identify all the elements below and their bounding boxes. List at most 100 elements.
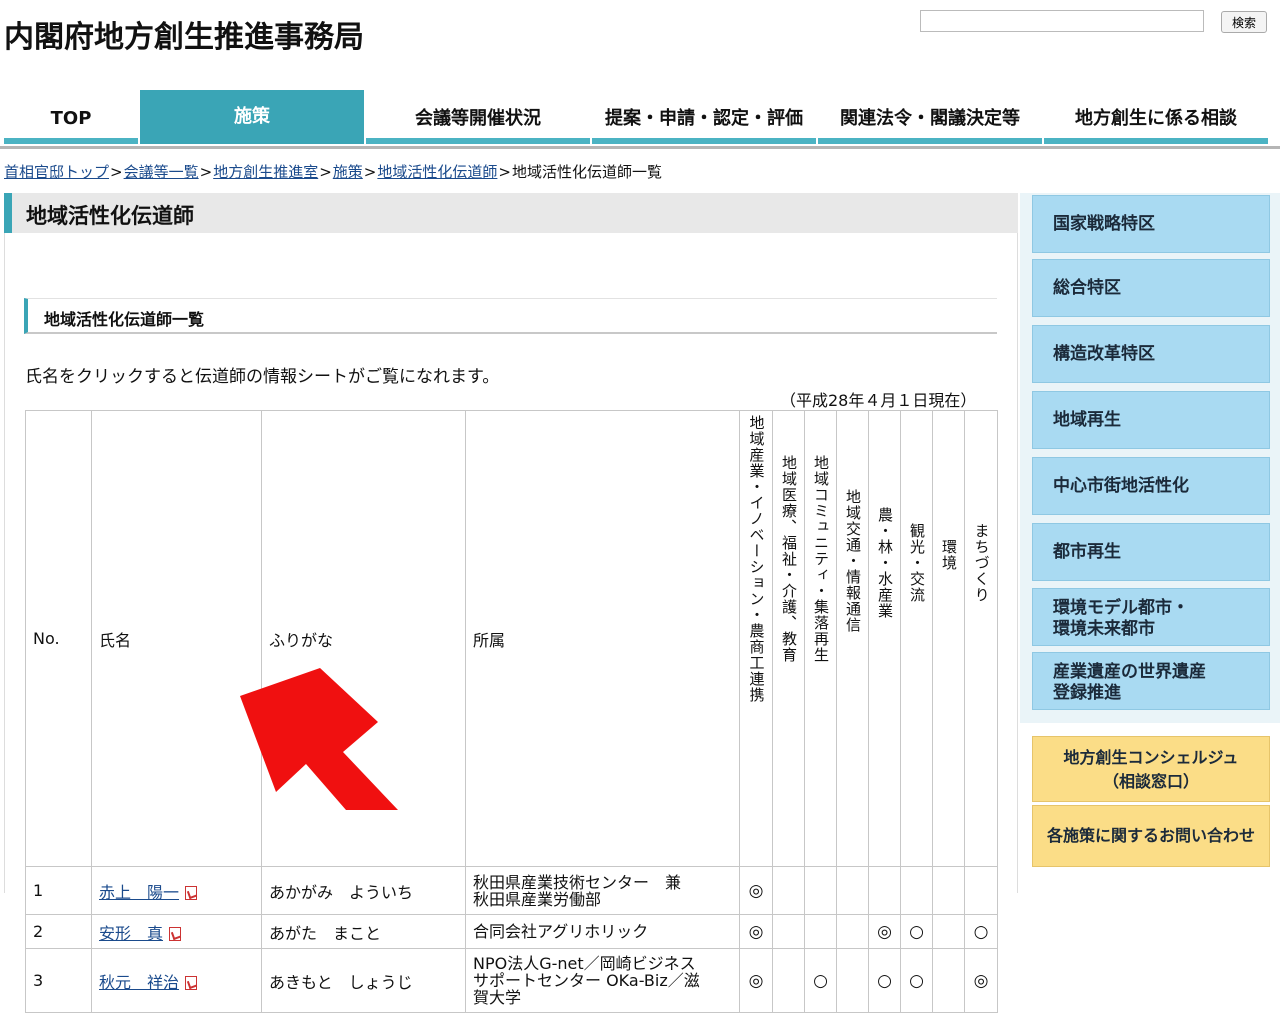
name-link[interactable]: 秋元 祥治 — [99, 973, 179, 992]
header-name: 氏名 — [91, 410, 262, 867]
tab-top[interactable]: TOP — [4, 98, 138, 144]
row-mark — [836, 914, 869, 949]
row-mark — [836, 948, 869, 1013]
sidebar-item-label: 環境未来都市 — [1053, 619, 1155, 639]
row-mark: ◎ — [964, 948, 998, 1013]
breadcrumb-current: 地域活性化伝道師一覧 — [511, 163, 662, 181]
main-nav: TOP 施策 会議等開催状況 提案・申請・認定・評価 関連法令・閣議決定等 地方… — [0, 90, 1280, 146]
row-name-cell: 安形 真 — [91, 914, 262, 949]
row-no: 1 — [25, 866, 92, 915]
name-link[interactable]: 赤上 陽一 — [99, 883, 179, 902]
site-title[interactable]: 内閣府地方創生推進事務局 — [4, 12, 364, 56]
sidebar-item-industrial-heritage[interactable]: 産業遺産の世界遺産 登録推進 — [1032, 652, 1270, 710]
sidebar-item-city-center[interactable]: 中心市街地活性化 — [1032, 457, 1270, 515]
row-name-cell: 赤上 陽一 — [91, 866, 262, 915]
header-field-label: 環境 — [940, 539, 958, 571]
row-mark — [932, 948, 965, 1013]
breadcrumb-link-office[interactable]: 地方創生推進室 — [213, 163, 318, 181]
row-no: 3 — [25, 948, 92, 1013]
table-row: 2 安形 真 あがた まこと 合同会社アグリホリック ◎ ◎ ○ ○ — [25, 914, 998, 949]
breadcrumb: 首相官邸トップ>会議等一覧>地方創生推進室>施策>地域活性化伝道師>地域活性化伝… — [4, 161, 662, 182]
tab-meetings[interactable]: 会議等開催状況 — [366, 98, 590, 144]
header-field-label: 地域交通・情報通信 — [844, 489, 862, 633]
header-field-label: 地域産業・イノベーション・農商工連携 — [747, 415, 766, 703]
breadcrumb-separator: > — [199, 163, 213, 181]
row-mark — [772, 948, 805, 1013]
header-affiliation: 所属 — [465, 410, 740, 867]
row-mark: ◎ — [739, 866, 773, 915]
pdf-icon[interactable] — [169, 926, 182, 941]
breadcrumb-link-kantei-top[interactable]: 首相官邸トップ — [4, 163, 109, 181]
pdf-icon[interactable] — [185, 885, 198, 900]
tab-policies[interactable]: 施策 — [140, 90, 364, 144]
intro-text: 氏名をクリックすると伝道師の情報シートがご覧になれます。 — [25, 367, 500, 387]
pdf-icon[interactable] — [185, 975, 198, 990]
sidebar-item-label: 中心市街地活性化 — [1053, 476, 1189, 496]
header-field-label: 地域医療、福祉・介護、教育 — [780, 455, 798, 663]
breadcrumb-link-policies[interactable]: 施策 — [333, 163, 363, 181]
as-of-date: （平成28年４月１日現在） — [780, 391, 977, 410]
tab-proposals[interactable]: 提案・申請・認定・評価 — [592, 98, 816, 144]
row-mark — [868, 866, 901, 915]
concierge-label: 地方創生コンシェルジュ — [1063, 748, 1239, 767]
sidebar-item-label: 国家戦略特区 — [1053, 214, 1155, 234]
row-mark: ○ — [964, 914, 998, 949]
row-mark — [932, 866, 965, 915]
nav-divider — [0, 146, 1280, 149]
breadcrumb-separator: > — [110, 163, 123, 181]
sidebar-item-label: 環境モデル都市・ — [1053, 598, 1189, 618]
breadcrumb-link-evangelists[interactable]: 地域活性化伝道師 — [377, 163, 497, 181]
affiliation-line: 合同会社アグリホリック — [473, 922, 649, 941]
row-mark: ◎ — [739, 914, 773, 949]
row-affiliation: 合同会社アグリホリック — [465, 914, 740, 949]
sidebar-item-national-strategic-zone[interactable]: 国家戦略特区 — [1032, 195, 1270, 253]
concierge-button[interactable]: 地方創生コンシェルジュ （相談窓口） — [1032, 736, 1270, 802]
row-affiliation: NPO法人G-net／岡崎ビジネス サポートセンター OKa-Biz／滋 賀大学 — [465, 948, 740, 1013]
row-furigana: あきもと しょうじ — [261, 948, 466, 1013]
table-row: 3 秋元 祥治 あきもと しょうじ NPO法人G-net／岡崎ビジネス サポートセ… — [25, 948, 998, 1013]
header-field-community: 地域コミュニティ・集落再生 — [804, 410, 837, 867]
header-field-industry: 地域産業・イノベーション・農商工連携 — [739, 410, 773, 867]
section-heading: 地域活性化伝道師一覧 — [24, 298, 997, 334]
inquiry-button[interactable]: 各施策に関するお問い合わせ — [1032, 805, 1270, 867]
row-mark — [772, 866, 805, 915]
sidebar-item-regional-revitalization[interactable]: 地域再生 — [1032, 391, 1270, 449]
search-button[interactable]: 検索 — [1221, 11, 1267, 33]
header-no: No. — [25, 410, 92, 867]
tab-laws[interactable]: 関連法令・閣議決定等 — [818, 98, 1042, 144]
row-mark — [804, 866, 837, 915]
header-field-town: まちづくり — [964, 410, 998, 867]
search-input[interactable] — [920, 10, 1204, 32]
sidebar-item-label: 都市再生 — [1053, 542, 1121, 562]
row-no: 2 — [25, 914, 92, 949]
header-field-label: 農・林・水産業 — [876, 507, 894, 619]
sidebar-item-urban-renaissance[interactable]: 都市再生 — [1032, 523, 1270, 581]
evangelist-table: No. 氏名 ふりがな 所属 地域産業・イノベーション・農商工連携 地域医療、福… — [25, 410, 998, 1013]
row-mark: ○ — [900, 914, 933, 949]
header-field-transport: 地域交通・情報通信 — [836, 410, 869, 867]
name-link[interactable]: 安形 真 — [99, 924, 163, 943]
row-mark: ◎ — [868, 914, 901, 949]
header-field-tourism: 観光・交流 — [900, 410, 933, 867]
sidebar-item-label: 登録推進 — [1053, 683, 1121, 703]
breadcrumb-link-meetings[interactable]: 会議等一覧 — [124, 163, 199, 181]
sidebar-item-label: 総合特区 — [1053, 278, 1121, 298]
row-mark — [900, 866, 933, 915]
table-row: 1 赤上 陽一 あかがみ よういち 秋田県産業技術センター 兼秋田県産業労働部 … — [25, 866, 998, 915]
tab-consultation[interactable]: 地方創生に係る相談 — [1044, 98, 1268, 144]
red-arrow-shape — [240, 668, 398, 810]
sidebar-item-structural-reform-zone[interactable]: 構造改革特区 — [1032, 325, 1270, 383]
page-heading: 地域活性化伝道師 — [4, 193, 1018, 233]
row-name-cell: 秋元 祥治 — [91, 948, 262, 1013]
header-field-medical: 地域医療、福祉・介護、教育 — [772, 410, 805, 867]
row-mark: ◎ — [739, 948, 773, 1013]
row-mark: ○ — [868, 948, 901, 1013]
row-mark: ○ — [804, 948, 837, 1013]
sidebar-item-comprehensive-zone[interactable]: 総合特区 — [1032, 259, 1270, 317]
table-header-row: No. 氏名 ふりがな 所属 地域産業・イノベーション・農商工連携 地域医療、福… — [25, 410, 998, 867]
sidebar-item-label: 構造改革特区 — [1053, 344, 1155, 364]
sidebar-item-eco-model-city[interactable]: 環境モデル都市・ 環境未来都市 — [1032, 588, 1270, 646]
breadcrumb-separator: > — [319, 163, 332, 181]
header-field-agriculture: 農・林・水産業 — [868, 410, 901, 867]
affiliation-line: 賀大学 — [473, 988, 522, 1007]
